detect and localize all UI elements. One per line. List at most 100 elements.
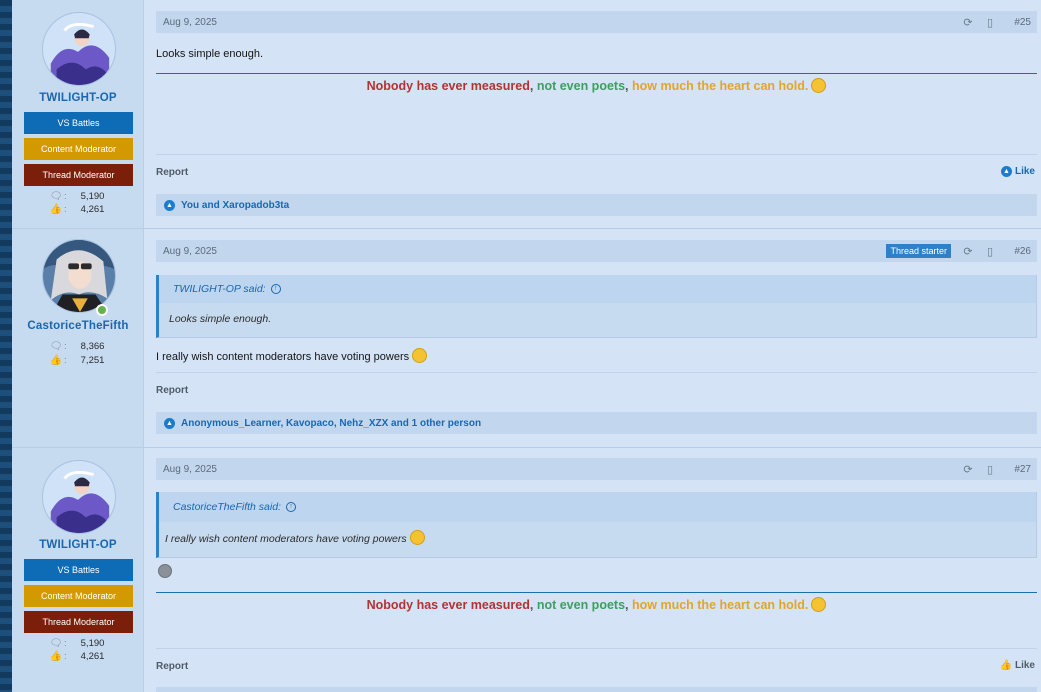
post-25: TWILIGHT-OP VS Battles Content Moderator…	[12, 0, 1041, 229]
post-footer-divider	[156, 154, 1037, 155]
bookmark-icon[interactable]: ▯	[979, 245, 1001, 258]
user-stat-messages: 🗨: 5,190	[49, 190, 105, 202]
post-meta-bar: Aug 9, 2025 Thread starter ⟳ ▯ #26	[156, 240, 1037, 262]
post-date[interactable]: Aug 9, 2025	[163, 17, 217, 28]
messages-icon: 🗨	[49, 190, 63, 202]
signature-part-2: not even poets	[533, 598, 626, 612]
reaction-summary-text[interactable]: You and Xaropadob3ta	[181, 200, 289, 211]
smirk-emoji-icon	[811, 597, 827, 612]
post-27: TWILIGHT-OP VS Battles Content Moderator…	[12, 448, 1041, 692]
post-main: Aug 9, 2025 ⟳ ▯ #27 CastoriceTheFifth sa…	[156, 448, 1037, 692]
quote-block: TWILIGHT-OP said: ↑ Looks simple enough.	[156, 275, 1037, 338]
signature-divider	[156, 73, 1037, 74]
signature-divider	[156, 592, 1037, 593]
arrow-up-circle-icon[interactable]: ↑	[285, 502, 296, 512]
reactions-count: 4,261	[80, 203, 105, 215]
post-user-panel: TWILIGHT-OP VS Battles Content Moderator…	[12, 0, 144, 228]
user-banner-vs-battles: VS Battles	[24, 559, 133, 581]
signature-part-2: not even poets	[533, 79, 626, 93]
user-stat-reactions: 👍: 4,261	[49, 650, 105, 662]
quote-author[interactable]: CastoriceTheFifth said:	[173, 501, 281, 513]
post-meta-bar: Aug 9, 2025 ⟳ ▯ #25	[156, 11, 1037, 33]
quote-header[interactable]: TWILIGHT-OP said: ↑	[159, 275, 1036, 303]
page-left-edge	[0, 0, 12, 692]
share-icon[interactable]: ⟳	[957, 245, 979, 258]
post-footer-divider	[156, 648, 1037, 649]
bookmark-icon[interactable]: ▯	[979, 463, 1001, 476]
username[interactable]: TWILIGHT-OP	[12, 92, 144, 104]
post-footer-divider	[156, 372, 1037, 373]
reaction-summary-bar	[156, 687, 1037, 692]
user-banner-content-moderator: Content Moderator	[24, 585, 133, 607]
post-26: CastoriceTheFifth 🗨: 8,366 👍: 7,251 Aug …	[12, 229, 1041, 448]
grey-emoji-icon	[158, 564, 172, 578]
thumbs-up-icon: ▲	[164, 199, 175, 211]
like-button[interactable]: 👍 Like	[1000, 660, 1035, 671]
signature-part-1: Nobody has ever measured	[366, 79, 530, 93]
username[interactable]: CastoriceTheFifth	[12, 320, 144, 332]
post-body: Looks simple enough.	[156, 48, 264, 60]
post-date[interactable]: Aug 9, 2025	[163, 464, 217, 475]
arrow-up-circle-icon[interactable]: ↑	[270, 284, 281, 294]
online-status-icon	[96, 304, 108, 316]
reactions-count: 7,251	[80, 354, 105, 366]
quote-author[interactable]: TWILIGHT-OP said:	[173, 283, 266, 295]
quote-body: Looks simple enough.	[169, 313, 272, 325]
user-banner-vs-battles: VS Battles	[24, 112, 133, 134]
messages-icon: 🗨	[49, 340, 63, 352]
messages-count: 8,366	[80, 340, 105, 352]
post-number[interactable]: #26	[1001, 246, 1031, 257]
signature-part-3: how much the heart can hold.	[628, 598, 809, 612]
quote-body-text: I really wish content moderators have vo…	[165, 533, 407, 545]
like-label: Like	[1014, 660, 1035, 671]
like-label: Like	[1014, 166, 1035, 177]
signature: Nobody has ever measured, not even poets…	[156, 597, 1037, 612]
report-link[interactable]: Report	[156, 661, 188, 672]
post-meta-bar: Aug 9, 2025 ⟳ ▯ #27	[156, 458, 1037, 480]
avatar[interactable]	[42, 12, 116, 86]
avatar-image	[43, 461, 115, 533]
avatar-image	[43, 240, 115, 312]
quote-body: I really wish content moderators have vo…	[159, 522, 1036, 545]
thumbs-up-icon: 👍	[49, 354, 63, 366]
reactions-count: 4,261	[80, 650, 105, 662]
reaction-summary-bar[interactable]: ▲ You and Xaropadob3ta	[156, 194, 1037, 216]
smirk-emoji-icon	[811, 78, 827, 93]
messages-count: 5,190	[80, 637, 105, 649]
avatar[interactable]	[42, 239, 116, 313]
user-stat-reactions: 👍: 4,261	[49, 203, 105, 215]
crying-emoji-icon	[412, 348, 428, 363]
user-stat-messages: 🗨: 5,190	[49, 637, 105, 649]
user-stat-reactions: 👍: 7,251	[49, 354, 105, 366]
bookmark-icon[interactable]: ▯	[979, 16, 1001, 29]
quote-block: CastoriceTheFifth said: ↑ I really wish …	[156, 492, 1037, 558]
username[interactable]: TWILIGHT-OP	[12, 539, 144, 551]
reaction-summary-text[interactable]: Anonymous_Learner, Kavopaco, Nehz_XZX an…	[181, 418, 481, 429]
signature-part-3: how much the heart can hold.	[628, 79, 809, 93]
report-link[interactable]: Report	[156, 385, 188, 396]
user-stat-messages: 🗨: 8,366	[49, 340, 105, 352]
messages-count: 5,190	[80, 190, 105, 202]
post-number[interactable]: #25	[1001, 17, 1031, 28]
post-number[interactable]: #27	[1001, 464, 1031, 475]
thumbs-up-icon: ▲	[164, 417, 175, 429]
post-body-text: I really wish content moderators have vo…	[156, 351, 410, 363]
thumbs-up-icon: 👍	[49, 203, 63, 215]
signature-part-1: Nobody has ever measured	[366, 598, 530, 612]
post-date[interactable]: Aug 9, 2025	[163, 246, 217, 257]
user-banner-thread-moderator: Thread Moderator	[24, 164, 133, 186]
report-link[interactable]: Report	[156, 167, 188, 178]
post-body	[156, 564, 172, 578]
thumbs-up-icon: ▲	[1000, 166, 1012, 177]
quote-header[interactable]: CastoriceTheFifth said: ↑	[159, 492, 1036, 522]
reaction-summary-bar[interactable]: ▲ Anonymous_Learner, Kavopaco, Nehz_XZX …	[156, 412, 1037, 434]
post-body: I really wish content moderators have vo…	[156, 348, 428, 363]
avatar[interactable]	[42, 460, 116, 534]
share-icon[interactable]: ⟳	[957, 16, 979, 29]
share-icon[interactable]: ⟳	[957, 463, 979, 476]
like-button[interactable]: ▲ Like	[1000, 166, 1035, 177]
crying-emoji-icon	[409, 530, 425, 545]
user-banner-thread-moderator: Thread Moderator	[24, 611, 133, 633]
post-user-panel: CastoriceTheFifth 🗨: 8,366 👍: 7,251	[12, 229, 144, 447]
post-main: Aug 9, 2025 Thread starter ⟳ ▯ #26 TWILI…	[156, 229, 1037, 448]
